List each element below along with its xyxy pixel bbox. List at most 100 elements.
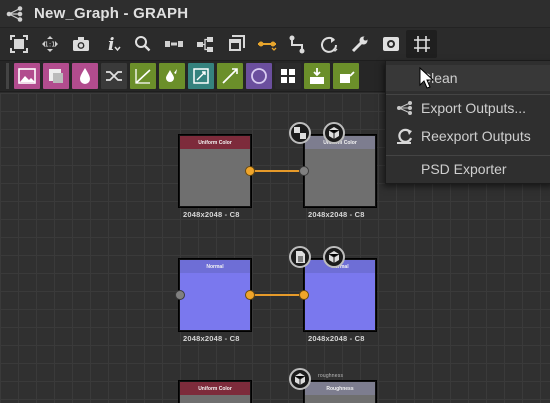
- output-icon: [310, 68, 324, 84]
- fit-view-icon: [9, 35, 28, 53]
- palette-gradient[interactable]: [217, 63, 243, 89]
- graph-node[interactable]: Roughness: [304, 381, 376, 403]
- graph-node[interactable]: Uniform Color: [179, 381, 251, 403]
- cube-icon: [328, 127, 340, 139]
- menu-item-label: PSD Exporter: [421, 160, 507, 177]
- menu-item-clean[interactable]: Clean: [386, 65, 550, 91]
- node-3d-badge[interactable]: [323, 122, 345, 144]
- circle-icon: [251, 68, 267, 84]
- node-header: Uniform Color: [180, 382, 250, 395]
- document-icon: [296, 251, 305, 263]
- node-header: Uniform Color: [180, 136, 250, 149]
- search-icon: [134, 36, 150, 52]
- zoom-1-1-button[interactable]: 1:1: [34, 30, 65, 58]
- camera-icon: [72, 37, 89, 51]
- reexport-icon: [394, 125, 416, 147]
- connect-button[interactable]: [282, 30, 313, 58]
- fit-view-button[interactable]: [3, 30, 34, 58]
- palette-uniform-color[interactable]: [72, 63, 98, 89]
- display-button[interactable]: [375, 30, 406, 58]
- palette-input[interactable]: [333, 63, 359, 89]
- tile-icon: [281, 69, 295, 83]
- link-style-button[interactable]: [251, 30, 282, 58]
- palette-blend[interactable]: [101, 63, 127, 89]
- shuffle-icon: [106, 71, 122, 81]
- graph-node[interactable]: Uniform Color: [179, 135, 251, 207]
- node-link: [251, 170, 306, 172]
- align-button[interactable]: [158, 30, 189, 58]
- title-bar: New_Graph - GRAPH: [0, 0, 550, 28]
- refresh-button[interactable]: [313, 30, 344, 58]
- palette-blur[interactable]: [246, 63, 272, 89]
- graph-tools-menu: Clean Export Outputs... Reexport Outputs…: [385, 60, 550, 184]
- info-icon: i: [108, 35, 121, 54]
- node-size-label: 2048x2048 - C8: [308, 334, 365, 343]
- refresh-icon: [320, 36, 337, 53]
- output-port[interactable]: [245, 166, 255, 176]
- node-caption: roughness: [318, 373, 344, 379]
- export-icon: [394, 97, 416, 119]
- levels-icon: [135, 69, 151, 84]
- palette-separator: [6, 63, 9, 89]
- output-port[interactable]: [245, 290, 255, 300]
- graph-node[interactable]: Normal: [304, 259, 376, 331]
- palette-tile[interactable]: [275, 63, 301, 89]
- palette-bitmap[interactable]: [14, 63, 40, 89]
- window-title: New_Graph - GRAPH: [34, 5, 189, 22]
- grid-button[interactable]: [406, 30, 437, 58]
- node-preview-badge[interactable]: [289, 122, 311, 144]
- input-port[interactable]: [299, 290, 309, 300]
- info-button[interactable]: i: [96, 30, 127, 58]
- node-link: [251, 294, 306, 296]
- node-3d-badge[interactable]: [289, 368, 311, 390]
- connect-icon: [289, 35, 304, 54]
- search-button[interactable]: [127, 30, 158, 58]
- link-style-icon: [257, 41, 276, 51]
- palette-transform[interactable]: [188, 63, 214, 89]
- drop-icon: [80, 68, 90, 84]
- align-icon: [164, 41, 183, 47]
- frame-button[interactable]: [220, 30, 251, 58]
- menu-item-export-outputs[interactable]: Export Outputs...: [386, 94, 550, 120]
- hierarchy-icon: [196, 37, 213, 52]
- tools-button[interactable]: [344, 30, 375, 58]
- screenshot-button[interactable]: [65, 30, 96, 58]
- checker-icon: [294, 127, 306, 139]
- node-size-label: 2048x2048 - C8: [183, 210, 240, 219]
- palette-levels[interactable]: [130, 63, 156, 89]
- node-header: Roughness: [305, 382, 375, 395]
- menu-item-reexport-outputs[interactable]: Reexport Outputs: [386, 123, 550, 149]
- graph-toolbar: 1:1 i: [0, 28, 550, 60]
- menu-item-label: Export Outputs...: [421, 99, 527, 116]
- input-port[interactable]: [299, 166, 309, 176]
- grid-icon: [413, 36, 430, 52]
- input-port[interactable]: [175, 290, 185, 300]
- image-icon: [18, 68, 36, 84]
- node-size-label: 2048x2048 - C8: [308, 210, 365, 219]
- menu-item-psd-exporter[interactable]: PSD Exporter: [386, 155, 550, 181]
- zoom-1-1-icon: 1:1: [41, 36, 58, 52]
- zoom-label: 1:1: [44, 41, 55, 49]
- transform-icon: [193, 68, 209, 84]
- cube-icon: [294, 373, 306, 385]
- frame-icon: [228, 35, 245, 51]
- svg-text:i: i: [108, 35, 114, 54]
- wrench-icon: [351, 36, 367, 53]
- drops-icon: [166, 69, 177, 82]
- node-size-label: 2048x2048 - C8: [183, 334, 240, 343]
- palette-output[interactable]: [304, 63, 330, 89]
- hierarchy-button[interactable]: [189, 30, 220, 58]
- display-icon: [382, 37, 399, 51]
- mouse-cursor-icon: [419, 67, 435, 89]
- node-3d-badge[interactable]: [323, 246, 345, 268]
- node-header: Normal: [180, 260, 250, 273]
- cube-icon: [328, 251, 340, 263]
- palette-hsl[interactable]: [159, 63, 185, 89]
- node-document-badge[interactable]: [289, 246, 311, 268]
- graph-icon: [6, 5, 24, 23]
- graph-node[interactable]: Normal: [179, 259, 251, 331]
- palette-svg[interactable]: [43, 63, 69, 89]
- graph-node[interactable]: Uniform Color: [304, 135, 376, 207]
- menu-item-label: Reexport Outputs: [421, 128, 531, 144]
- svg-icon: [49, 69, 63, 83]
